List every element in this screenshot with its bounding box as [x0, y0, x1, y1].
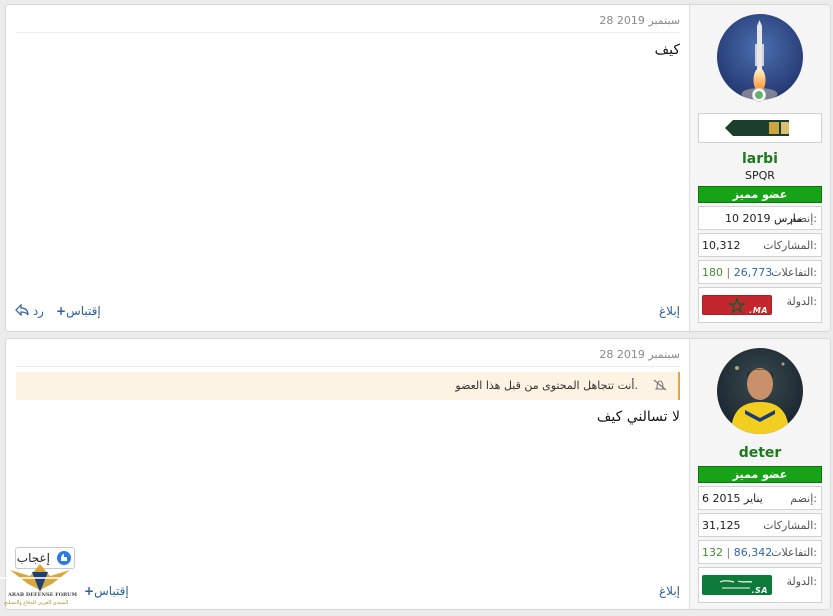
stat-country: الدولة: .MA — [698, 287, 822, 323]
ignored-notice-text: أنت تتجاهل المحتوى من قبل هذا العضو. — [455, 379, 638, 392]
reactions-value: 132 | 86,342 — [702, 546, 772, 559]
post-body: لا تسالني كيف — [596, 409, 680, 425]
quote-label: إقتباس — [94, 584, 129, 598]
country-label: الدولة: — [786, 575, 817, 588]
rank-banner — [698, 113, 822, 143]
stat-posts: المشاركات: 10,312 — [698, 233, 822, 257]
reactions-separator: | — [723, 546, 734, 559]
morocco-flag-icon: .MA — [702, 295, 772, 315]
watermark-line2: المنتدى العربي للدفاع والتسليح — [4, 600, 69, 606]
report-link[interactable]: إبلاغ — [659, 584, 680, 598]
posts-value: 31,125 — [702, 519, 741, 532]
reactions-other: 132 — [702, 546, 723, 559]
stat-reactions: التفاعلات: 132 | 86,342 — [698, 540, 822, 564]
post-date[interactable]: 28 سبتمبر 2019 — [599, 14, 680, 27]
reactions-main: 26,773 — [733, 266, 773, 279]
quote-button[interactable]: +إقتباس — [84, 584, 129, 598]
reply-label: رد — [32, 304, 44, 318]
reactions-other: 180 — [702, 266, 723, 279]
username[interactable]: deter — [690, 445, 830, 461]
user-panel: larbi SPQR عضو مميز إنضم: 10 مارس 2019 ا… — [689, 5, 830, 331]
user-panel: deter عضو مميز إنضم: 6 يناير 2015 المشار… — [689, 339, 830, 609]
stat-joined: إنضم: 10 مارس 2019 — [698, 206, 822, 230]
watermark-line1: ARAB DEFENSE FORUM — [8, 592, 78, 598]
post-main: 28 سبتمبر 2019 أنت تتجاهل المحتوى من قبل… — [6, 339, 690, 609]
shortcut-reply-icon — [15, 303, 29, 317]
flag-code: .MA — [749, 306, 768, 315]
divider — [16, 366, 680, 367]
joined-label: إنضم: — [790, 492, 817, 505]
avatar[interactable] — [717, 348, 803, 434]
reactions-main: 86,342 — [733, 546, 773, 559]
divider — [16, 32, 680, 33]
joined-value: 6 يناير 2015 — [702, 492, 763, 505]
posts-label: المشاركات: — [763, 239, 817, 252]
online-icon — [752, 88, 766, 102]
quote-label: إقتباس — [66, 304, 101, 318]
reactions-label: التفاعلات: — [771, 546, 817, 559]
posts-value: 10,312 — [702, 239, 741, 252]
ignore-bell-icon — [652, 378, 668, 395]
user-title: SPQR — [745, 169, 775, 182]
reactions-separator: | — [723, 266, 734, 279]
post-2: 28 سبتمبر 2019 أنت تتجاهل المحتوى من قبل… — [5, 338, 831, 610]
rank-insignia-icon — [725, 120, 789, 136]
forum-watermark-logo: ARAB DEFENSE FORUM المنتدى العربي للدفاع… — [0, 556, 90, 612]
joined-value: 10 مارس 2019 — [725, 212, 802, 225]
stat-posts: المشاركات: 31,125 — [698, 513, 822, 537]
member-badge: عضو مميز — [698, 186, 822, 203]
saudi-flag-icon: .SA — [702, 575, 772, 595]
post-main: 28 سبتمبر 2019 كيف إبلاغ +إقتباس رد — [6, 5, 690, 331]
quote-button[interactable]: +إقتباس — [56, 304, 101, 318]
member-badge: عضو مميز — [698, 466, 822, 483]
reactions-value: 180 | 26,773 — [702, 266, 772, 279]
report-link[interactable]: إبلاغ — [659, 304, 680, 318]
reactions-label: التفاعلات: — [771, 266, 817, 279]
plus-icon: + — [56, 304, 67, 318]
reply-button[interactable]: رد — [15, 303, 44, 318]
stat-reactions: التفاعلات: 180 | 26,773 — [698, 260, 822, 284]
stat-joined: إنضم: 6 يناير 2015 — [698, 486, 822, 510]
country-label: الدولة: — [786, 295, 817, 308]
ignored-content-notice: أنت تتجاهل المحتوى من قبل هذا العضو. — [16, 372, 680, 400]
post-1: 28 سبتمبر 2019 كيف إبلاغ +إقتباس رد larb… — [5, 4, 831, 332]
post-date[interactable]: 28 سبتمبر 2019 — [599, 348, 680, 361]
post-body: كيف — [654, 42, 680, 58]
flag-code: .SA — [751, 586, 768, 595]
player-avatar-image — [717, 348, 803, 434]
username[interactable]: larbi — [690, 151, 830, 167]
stat-country: الدولة: .SA — [698, 567, 822, 603]
posts-label: المشاركات: — [763, 519, 817, 532]
